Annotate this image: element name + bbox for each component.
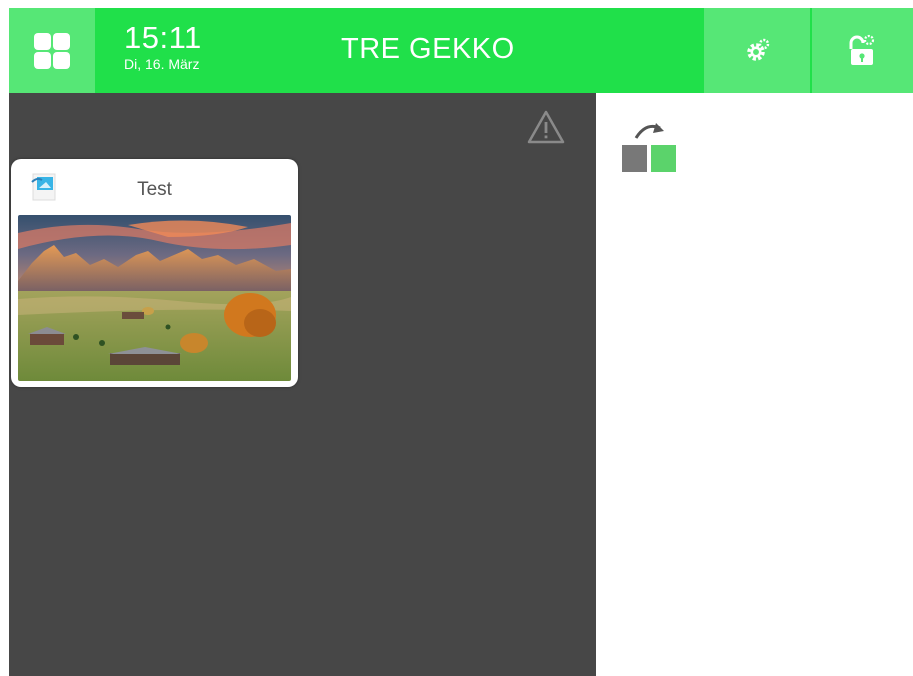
transfer-blocks-icon[interactable] bbox=[620, 120, 680, 176]
page-title: TRE GEKKO bbox=[341, 33, 515, 65]
clock: 15:11 Di, 16. März bbox=[124, 22, 202, 73]
warning-triangle-icon[interactable] bbox=[527, 109, 565, 145]
grid-menu-icon bbox=[34, 32, 70, 69]
home-menu-button[interactable] bbox=[9, 8, 95, 93]
top-bar: 15:11 Di, 16. März TRE GEKKO bbox=[9, 8, 913, 93]
gear-icon bbox=[747, 38, 770, 61]
main-panel: Test bbox=[9, 93, 596, 676]
settings-button[interactable] bbox=[704, 8, 810, 93]
mountain-landscape-photo bbox=[18, 215, 291, 381]
clock-time: 15:11 bbox=[124, 20, 202, 55]
unlock-icon bbox=[849, 34, 874, 65]
lock-button[interactable] bbox=[812, 8, 913, 93]
card-title: Test bbox=[137, 179, 172, 200]
camera-card[interactable]: Test bbox=[11, 159, 298, 387]
clock-date: Di, 16. März bbox=[124, 56, 200, 72]
